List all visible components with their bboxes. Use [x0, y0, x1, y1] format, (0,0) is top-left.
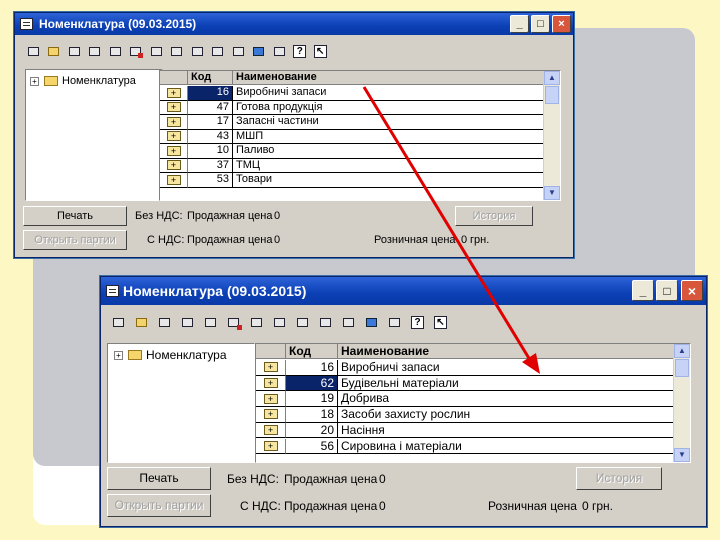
arrow-head	[522, 353, 540, 374]
annotation-arrow	[362, 86, 540, 374]
arrow-line	[362, 86, 532, 361]
